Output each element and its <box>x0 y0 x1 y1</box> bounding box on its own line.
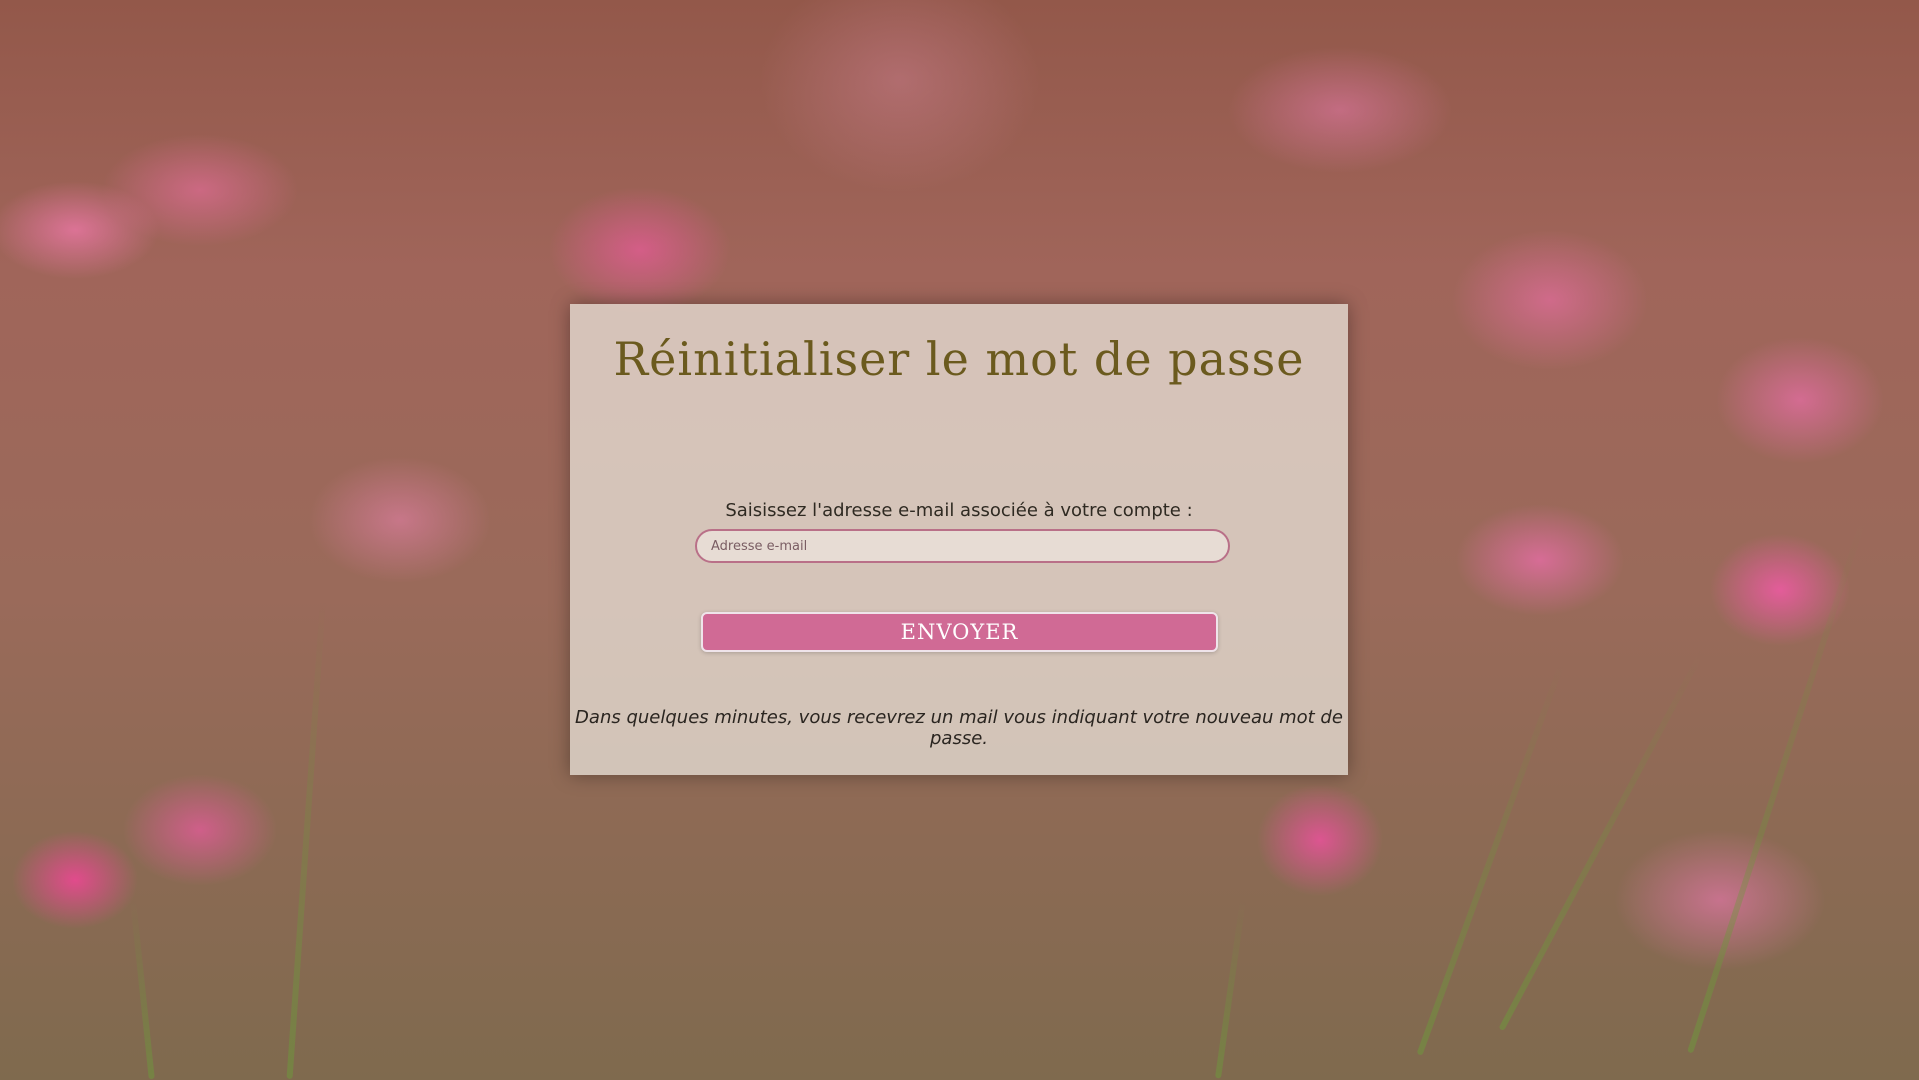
reset-password-card: Réinitialiser le mot de passe Saisissez … <box>570 304 1348 775</box>
page-title: Réinitialiser le mot de passe <box>613 332 1305 386</box>
page-background: { "reset_form": { "title": "Réinitialise… <box>0 0 1919 1080</box>
email-instruction-label: Saisissez l'adresse e-mail associée à vo… <box>725 500 1193 521</box>
info-note: Dans quelques minutes, vous recevrez un … <box>575 707 1343 749</box>
email-input[interactable] <box>695 529 1230 563</box>
send-button[interactable]: ENVOYER <box>701 612 1218 652</box>
